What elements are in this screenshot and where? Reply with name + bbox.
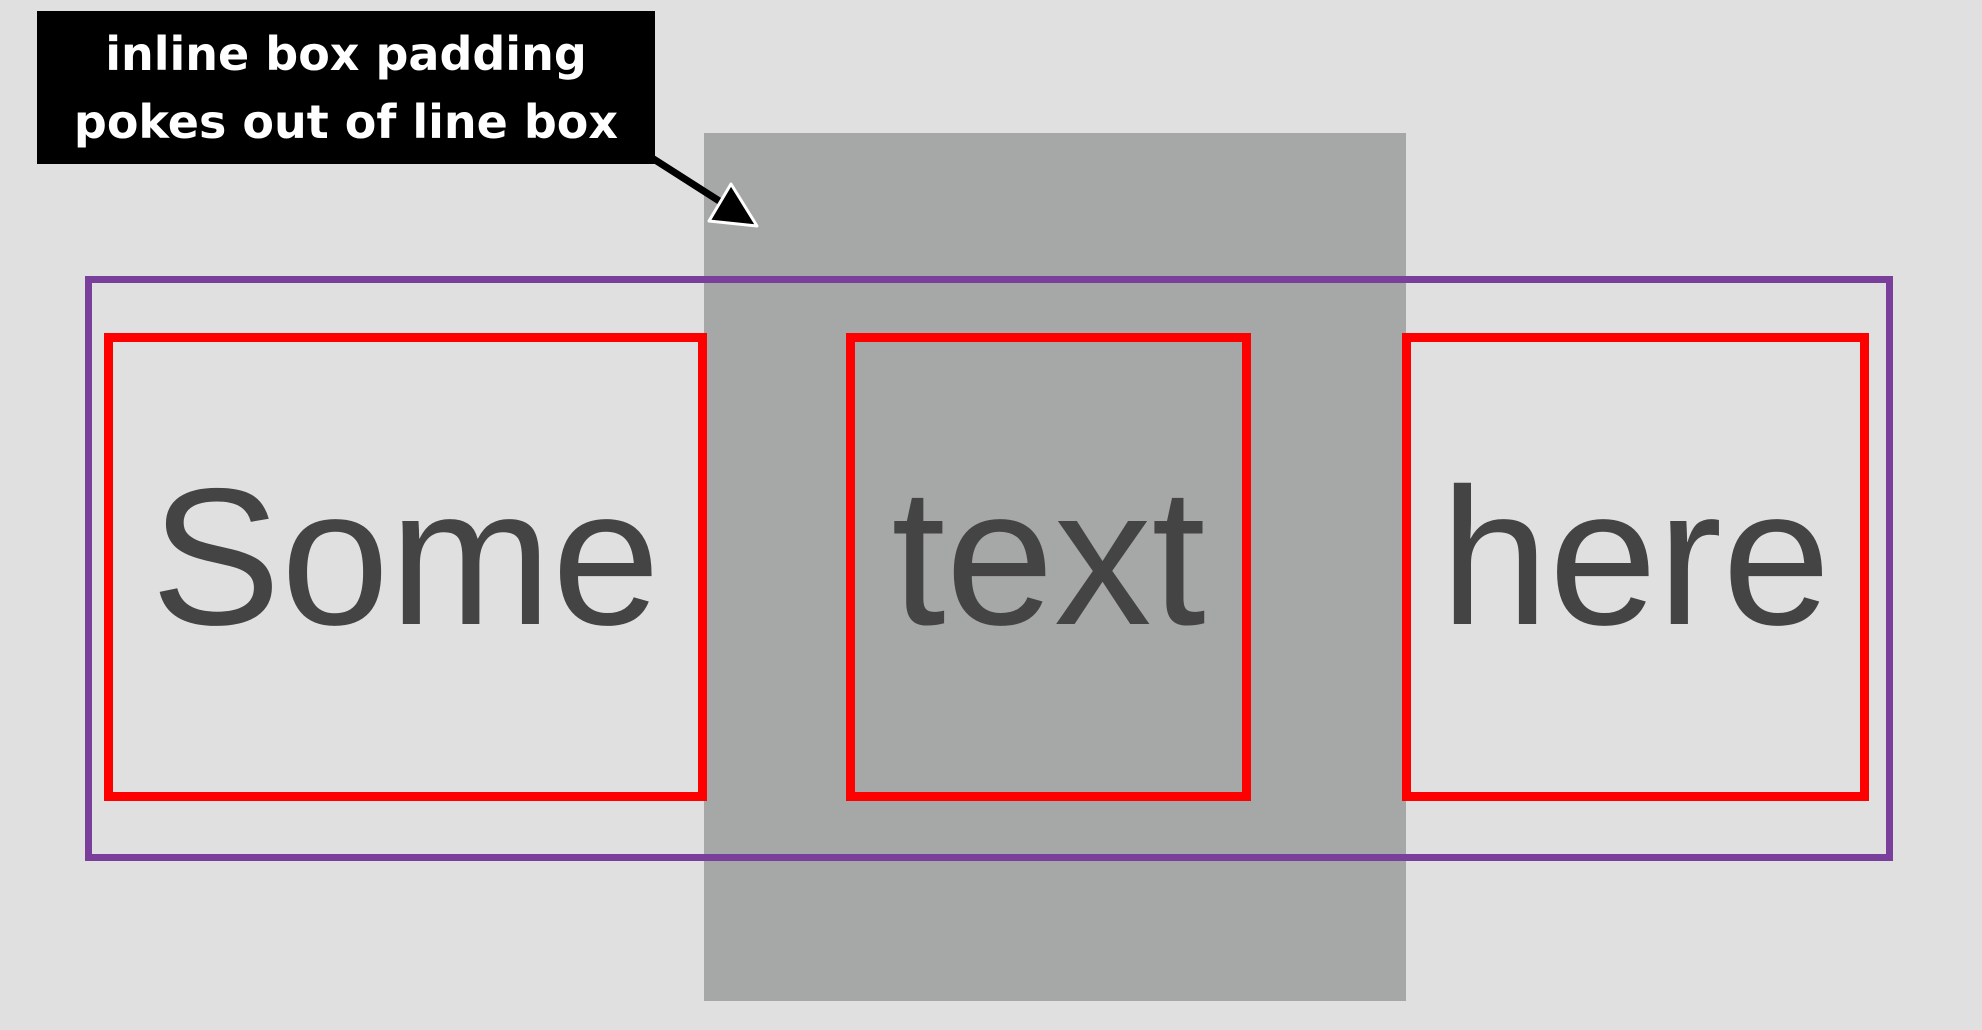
word-text: text <box>891 447 1206 666</box>
inline-box-text: text <box>846 333 1251 801</box>
inline-box-some: Some <box>104 333 707 801</box>
inline-box-here: here <box>1402 333 1869 801</box>
word-here: here <box>1440 447 1831 666</box>
callout-line-2: pokes out of line box <box>73 94 619 149</box>
callout-line-1: inline box padding <box>105 26 587 81</box>
callout-label: inline box padding pokes out of line box <box>37 11 655 164</box>
word-some: Some <box>150 447 661 666</box>
